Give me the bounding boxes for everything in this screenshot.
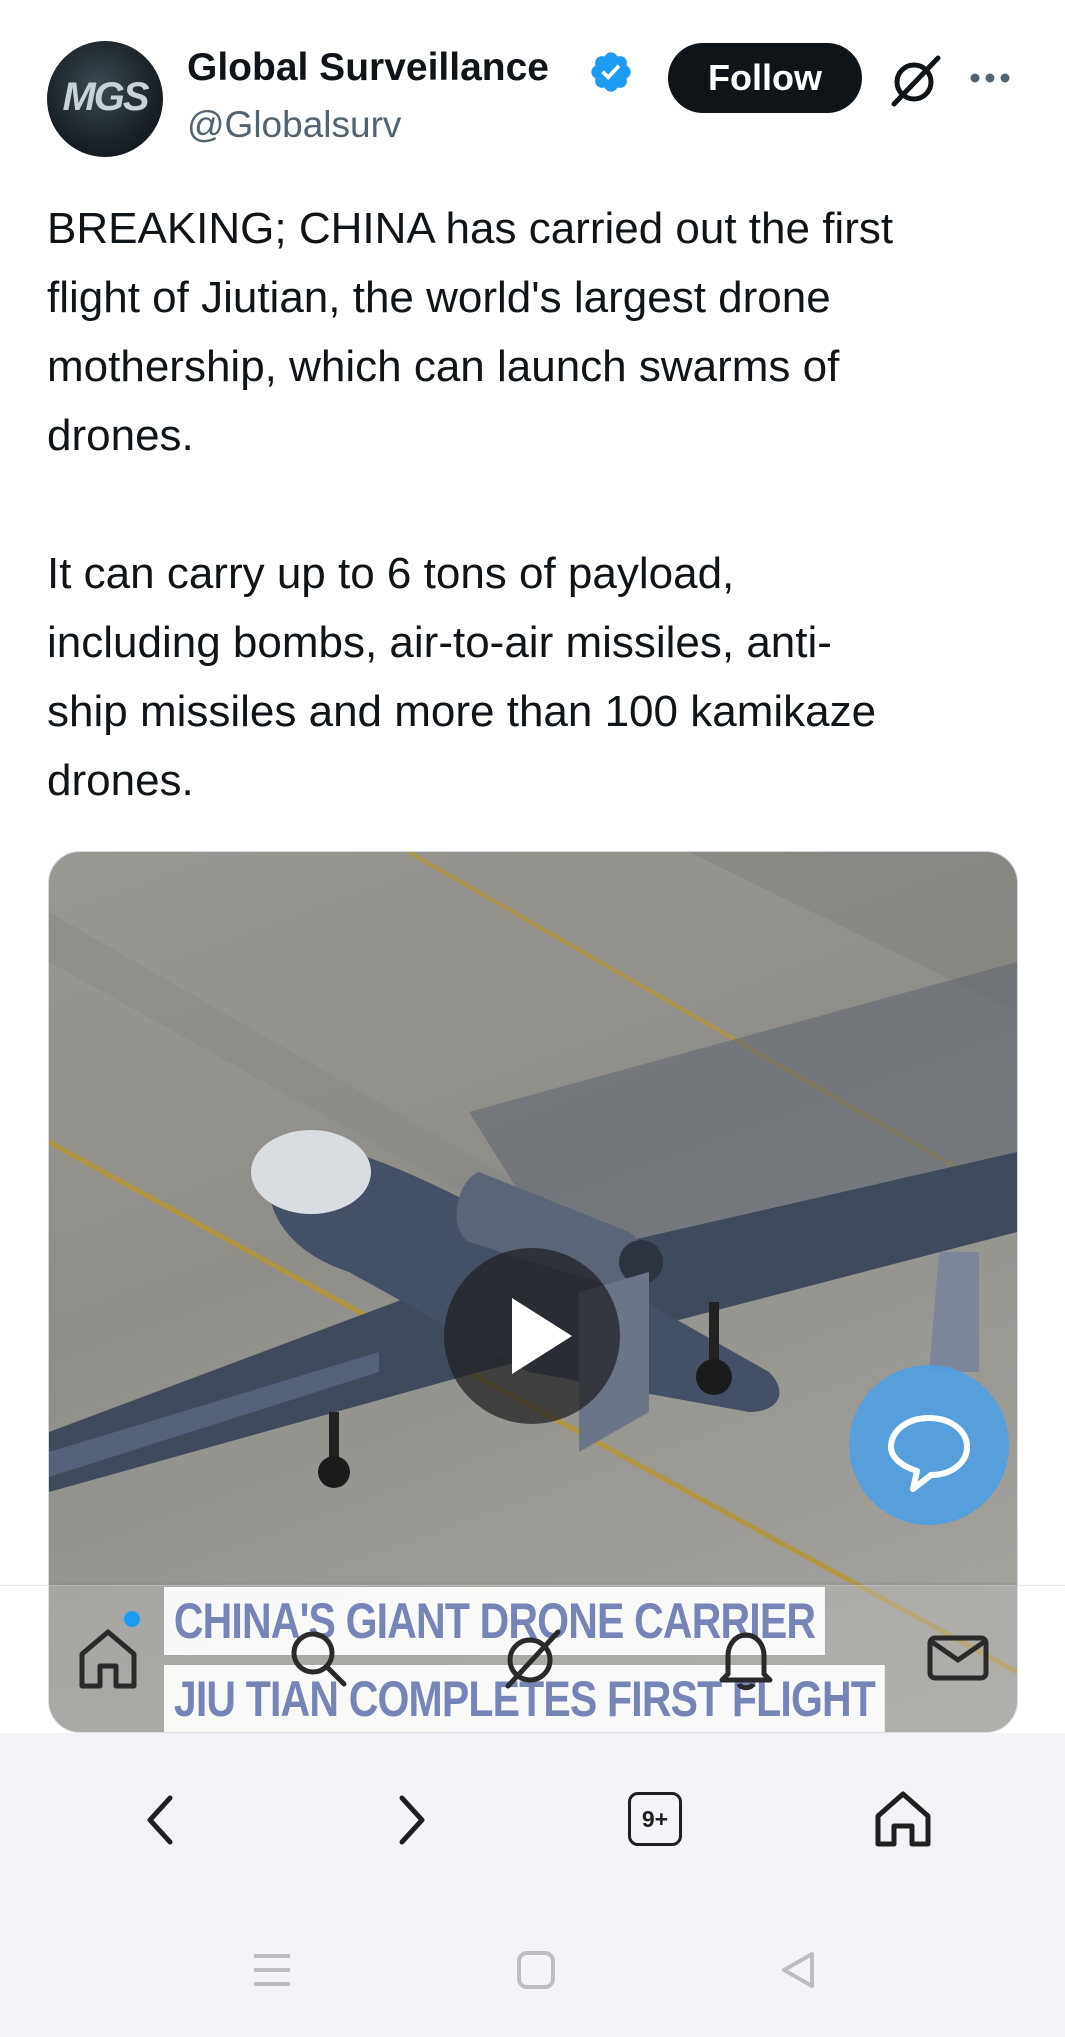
play-icon <box>512 1298 572 1374</box>
messages-icon[interactable] <box>922 1622 994 1694</box>
chevron-left-icon[interactable] <box>138 1790 184 1850</box>
home-icon[interactable] <box>72 1622 144 1694</box>
avatar-monogram: MGS <box>62 75 149 119</box>
author-handle[interactable]: @Globalsurv <box>187 104 401 146</box>
chat-bubble-icon <box>888 1415 970 1492</box>
browser-home-icon[interactable] <box>872 1788 934 1850</box>
recents-icon[interactable] <box>250 1948 294 1992</box>
follow-button[interactable]: Follow <box>668 43 862 113</box>
tab-count-button[interactable]: 9+ <box>628 1792 682 1846</box>
grok-tab-icon[interactable] <box>496 1622 568 1694</box>
play-button[interactable] <box>444 1248 620 1424</box>
verified-badge-icon <box>591 52 631 92</box>
grok-icon[interactable] <box>886 52 944 110</box>
chevron-right-icon[interactable] <box>388 1790 434 1850</box>
chat-fab[interactable] <box>849 1365 1009 1525</box>
author-display-name[interactable]: Global Surveillance <box>187 46 549 90</box>
author-avatar[interactable]: MGS <box>47 41 163 157</box>
tweet-text: BREAKING; CHINA has carried out the firs… <box>47 204 894 805</box>
search-icon[interactable] <box>282 1622 354 1694</box>
back-triangle-icon[interactable] <box>776 1948 820 1992</box>
more-icon[interactable] <box>965 58 1015 98</box>
notifications-icon[interactable] <box>710 1622 782 1694</box>
home-square-icon[interactable] <box>514 1948 558 1992</box>
